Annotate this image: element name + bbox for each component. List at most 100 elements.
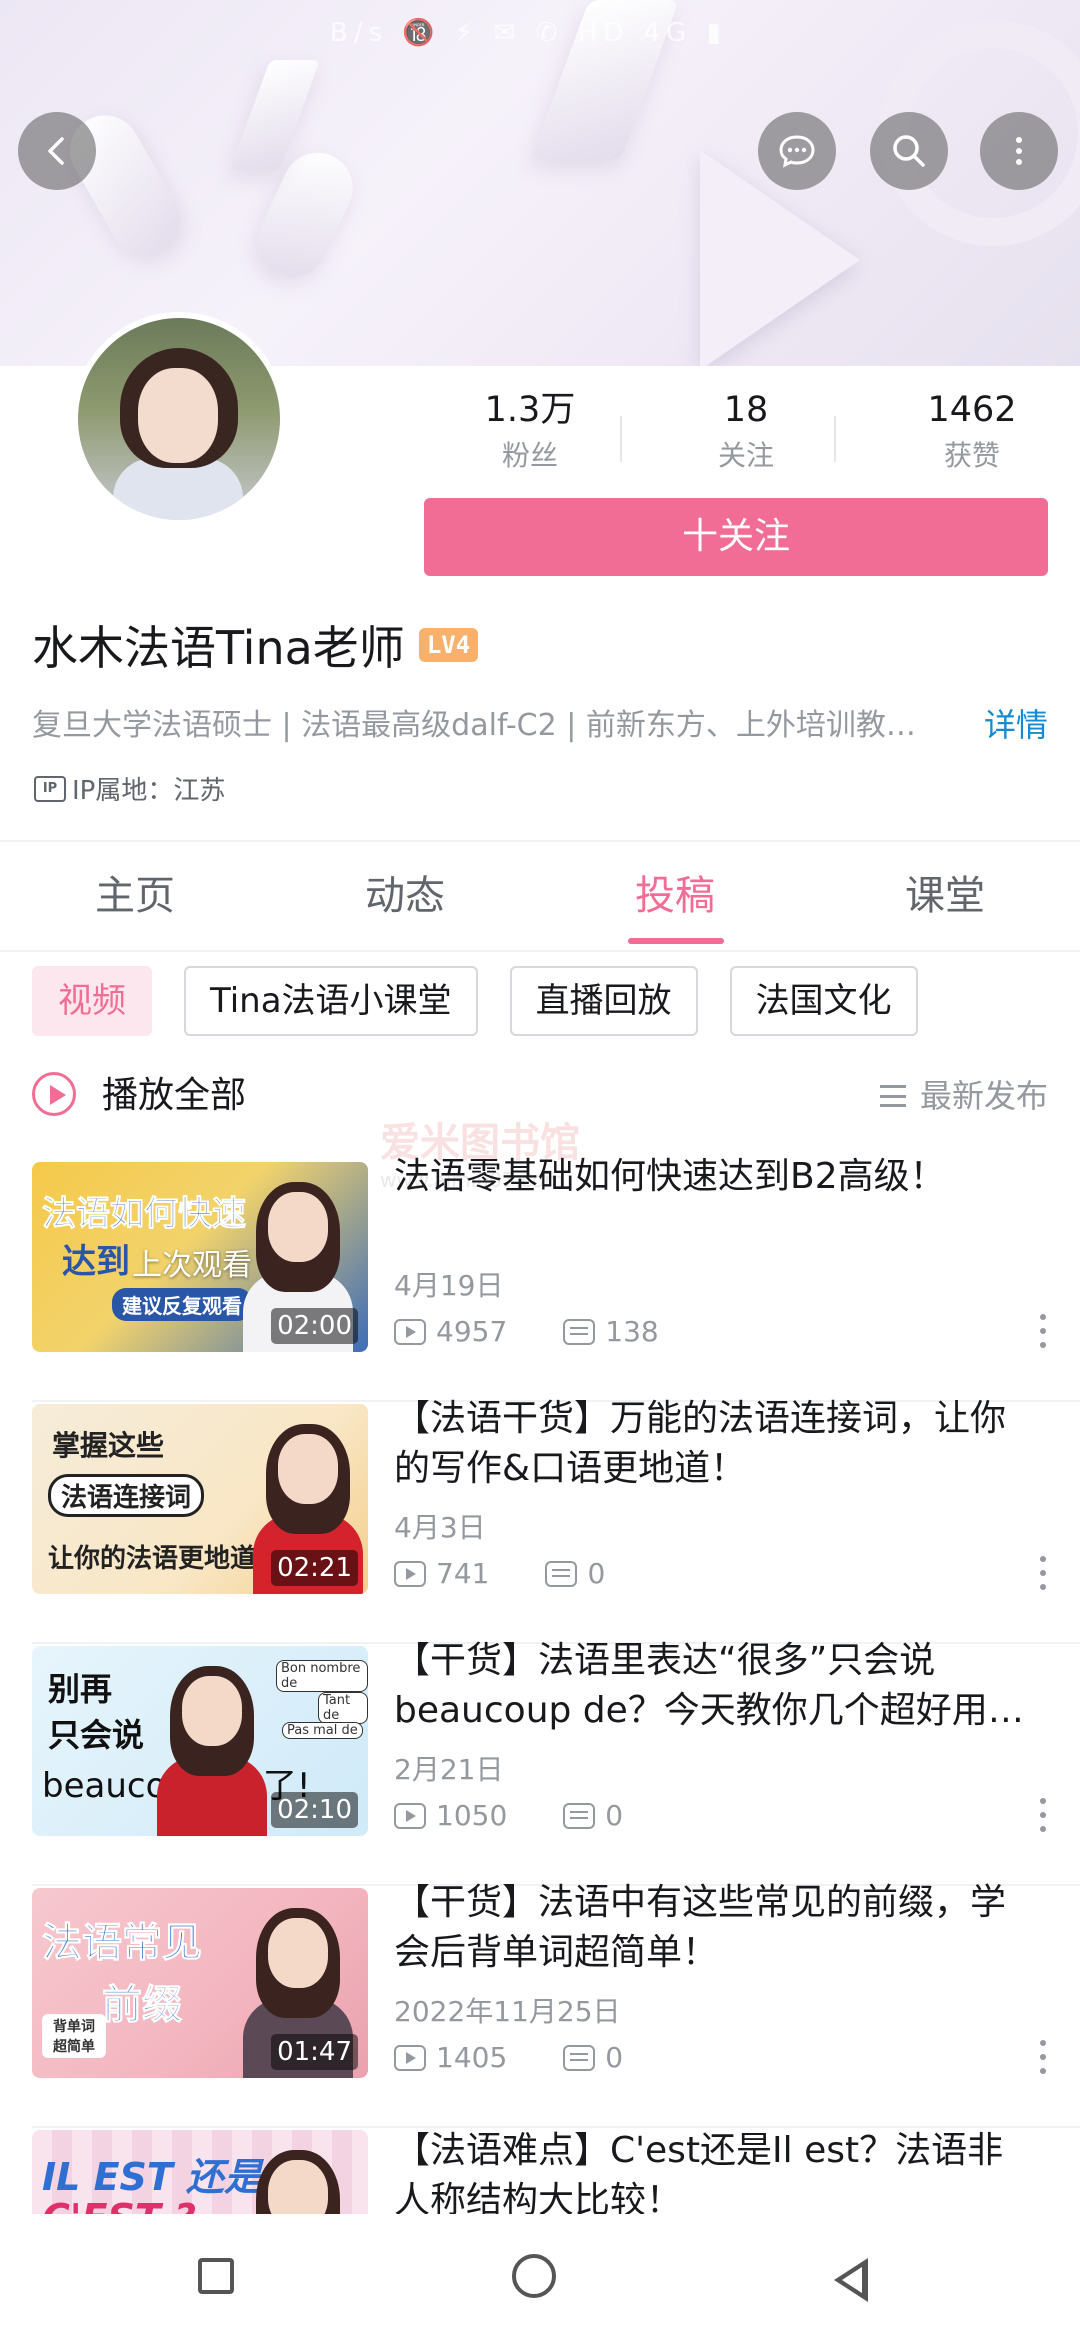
- danmaku-count: 0: [605, 1799, 624, 1832]
- video-thumbnail[interactable]: IL EST 还是 C'EST ?: [32, 2130, 368, 2214]
- more-vertical-icon[interactable]: [1040, 1314, 1046, 1348]
- ip-location-text: IP属地：江苏: [72, 776, 226, 806]
- more-vertical-icon[interactable]: [1040, 1798, 1046, 1832]
- system-nav-bar: [0, 2214, 1080, 2340]
- stat-value: 1.3万: [484, 390, 576, 430]
- video-stats: 741 0: [394, 1556, 605, 1592]
- play-count-icon: [394, 1319, 426, 1345]
- chat-icon: [779, 135, 815, 168]
- thumbnail-person-part: [278, 1434, 338, 1504]
- video-title[interactable]: 【干货】法语里表达“很多”只会说beaucoup de？今天教你几个超好用表…: [394, 1636, 1034, 1736]
- video-item[interactable]: 法语常见 前缀 背单词 超简单 01:47 【干货】法语中有这些常见的前缀，学会…: [0, 1882, 1080, 2128]
- thumbnail-text: C'EST ?: [42, 2196, 196, 2214]
- video-title[interactable]: 法语零基础如何快速达到B2高级！: [394, 1152, 1034, 1202]
- more-vertical-icon[interactable]: [1040, 2040, 1046, 2074]
- stat-following[interactable]: 18 关注: [646, 386, 846, 476]
- stat-followers[interactable]: 1.3万 粉丝: [430, 386, 630, 476]
- avatar[interactable]: [72, 312, 286, 526]
- video-stats: 4957 138: [394, 1314, 659, 1350]
- tab-uploads[interactable]: 投稿: [540, 842, 810, 950]
- video-date: 2022年11月25日: [394, 1995, 621, 2028]
- profile-stats: 1.3万 粉丝 18 关注 1462 获赞: [426, 386, 1066, 486]
- tab-activity[interactable]: 动态: [270, 842, 540, 950]
- video-item[interactable]: 别再 只会说 beaucoup de了! Bon nombre de Tant …: [0, 1640, 1080, 1886]
- recents-button[interactable]: [190, 2250, 250, 2310]
- ip-icon: IP: [34, 775, 66, 802]
- avatar-image: [78, 318, 280, 520]
- sort-button[interactable]: 最新发布: [879, 1072, 1048, 1120]
- more-button[interactable]: [980, 112, 1058, 190]
- search-icon: [893, 135, 925, 167]
- video-thumbnail[interactable]: 法语如何快速 达到 建议反复观看 上次观看 02:00: [32, 1162, 368, 1352]
- video-title[interactable]: 【法语干货】万能的法语连接词，让你的写作&口语更地道！: [394, 1394, 1034, 1494]
- danmaku-icon: [563, 1803, 596, 1829]
- video-item[interactable]: IL EST 还是 C'EST ? 【法语难点】C'est还是Il est？法语…: [0, 2130, 1080, 2214]
- tab-classroom[interactable]: 课堂: [810, 842, 1080, 950]
- filter-french-culture[interactable]: 法国文化: [729, 966, 918, 1036]
- stat-label: 获赞: [943, 439, 1000, 472]
- tab-home[interactable]: 主页: [0, 842, 270, 950]
- video-thumbnail[interactable]: 别再 只会说 beaucoup de了! Bon nombre de Tant …: [32, 1646, 368, 1836]
- video-thumbnail[interactable]: 掌握这些 法语连接词 让你的法语更地道 02:21: [32, 1404, 368, 1594]
- filter-chips: 视频 Tina法语小课堂 直播回放 法国文化: [32, 966, 918, 1036]
- video-stats: 1050 0: [394, 1798, 623, 1834]
- filter-tina-classroom[interactable]: Tina法语小课堂: [184, 966, 478, 1036]
- avatar-figure: [138, 368, 218, 463]
- danmaku-count: 0: [605, 2041, 624, 2074]
- play-count: 4957: [436, 1315, 508, 1348]
- thumbnail-text: 法语常见: [42, 1920, 203, 1967]
- video-title[interactable]: 【干货】法语中有这些常见的前缀，学会后背单词超简单！: [394, 1878, 1034, 1978]
- play-all-button[interactable]: 播放全部: [102, 1072, 246, 1120]
- detail-link[interactable]: 详情: [984, 700, 1048, 746]
- video-duration: 02:00: [271, 1308, 358, 1344]
- thumbnail-person-part: [268, 1192, 328, 1262]
- thumbnail-text: 前缀: [102, 1982, 183, 2029]
- search-button[interactable]: [870, 112, 948, 190]
- play-count: 1050: [436, 1799, 508, 1832]
- video-stats: 1405 0: [394, 2040, 623, 2076]
- stat-likes[interactable]: 1462 获赞: [902, 386, 1042, 476]
- back-triangle-icon: [834, 2258, 868, 2302]
- profile-tabs: 主页 动态 投稿 课堂: [0, 840, 1080, 952]
- thumbnail-person: [152, 1666, 272, 1836]
- danmaku-count: 138: [605, 1315, 659, 1348]
- stat-divider: [620, 416, 622, 462]
- chevron-left-icon: [48, 137, 64, 165]
- chat-button[interactable]: [758, 112, 836, 190]
- filter-live-replay[interactable]: 直播回放: [509, 966, 698, 1036]
- thumbnail-text: Bon nombre de: [276, 1660, 368, 1692]
- sort-label: 最新发布: [919, 1077, 1048, 1115]
- more-vertical-icon[interactable]: [1040, 1556, 1046, 1590]
- thumbnail-person-part: [268, 2160, 328, 2214]
- thumbnail-text: 让你的法语更地道: [48, 1544, 257, 1574]
- circle-icon: [512, 2254, 556, 2298]
- play-circle-icon[interactable]: [32, 1072, 76, 1116]
- status-bar-text: B/s 🔞 ⚡ ✉ ✆ HD 4G ▮: [330, 18, 727, 48]
- thumbnail-person-part: [182, 1676, 242, 1746]
- danmaku-count: 0: [587, 1557, 606, 1590]
- danmaku-icon: [563, 2045, 596, 2071]
- play-count-icon: [394, 1803, 426, 1829]
- back-button[interactable]: [18, 112, 96, 190]
- thumbnail-text: 法语连接词: [48, 1474, 205, 1517]
- stat-divider: [834, 416, 836, 462]
- home-button[interactable]: [508, 2250, 568, 2310]
- stat-label: 关注: [717, 439, 774, 472]
- thumbnail-text: 掌握这些: [52, 1429, 165, 1462]
- danmaku-icon: [545, 1561, 578, 1587]
- video-title[interactable]: 【法语难点】C'est还是Il est？法语非人称结构大比较！: [394, 2130, 1034, 2214]
- video-item[interactable]: 法语如何快速 达到 建议反复观看 上次观看 02:00 法语零基础如何快速达到B…: [0, 1156, 1080, 1402]
- filter-video[interactable]: 视频: [32, 966, 152, 1036]
- thumbnail-text: Pas mal de: [282, 1722, 363, 1739]
- ip-location: IP IP属地：江苏: [34, 770, 225, 807]
- resume-label: 上次观看: [132, 1248, 252, 1283]
- video-item[interactable]: 掌握这些 法语连接词 让你的法语更地道 02:21 【法语干货】万能的法语连接词…: [0, 1398, 1080, 1644]
- video-duration: 02:21: [271, 1550, 358, 1586]
- status-bar: B/s 🔞 ⚡ ✉ ✆ HD 4G ▮: [0, 0, 1080, 70]
- follow-button[interactable]: 十关注: [424, 498, 1048, 576]
- danmaku-icon: [563, 1319, 596, 1345]
- video-duration: 02:10: [271, 1792, 358, 1828]
- system-back-button[interactable]: [826, 2250, 886, 2310]
- divider: [32, 2126, 1080, 2128]
- video-thumbnail[interactable]: 法语常见 前缀 背单词 超简单 01:47: [32, 1888, 368, 2078]
